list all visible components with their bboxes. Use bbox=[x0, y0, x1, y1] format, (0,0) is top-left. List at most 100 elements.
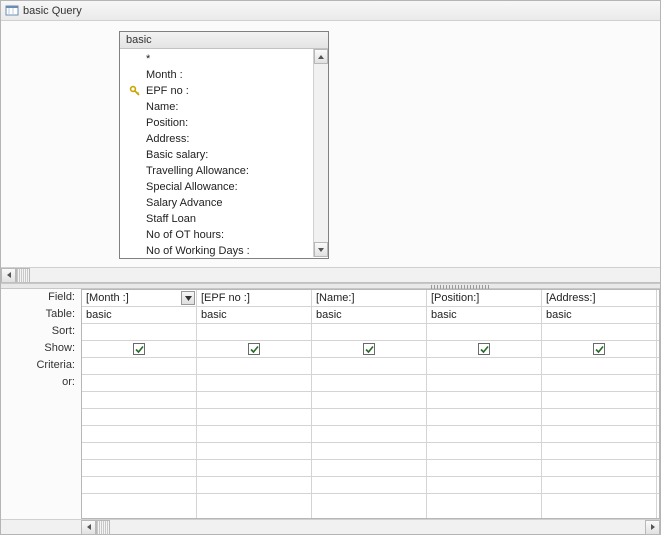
criteria-cell[interactable] bbox=[197, 358, 311, 375]
extra-criteria-cell[interactable] bbox=[427, 392, 541, 409]
table-source-header[interactable]: basic bbox=[120, 32, 328, 49]
criteria-cell[interactable] bbox=[657, 358, 660, 375]
extra-criteria-cell[interactable] bbox=[197, 460, 311, 477]
field-item[interactable]: Month : bbox=[120, 67, 313, 83]
extra-criteria-cell[interactable] bbox=[312, 392, 426, 409]
extra-criteria-cell[interactable] bbox=[542, 426, 656, 443]
field-cell[interactable]: [EPF no :] bbox=[197, 290, 311, 307]
diagram-pane[interactable]: basic *Month :EPF no :Name:Position:Addr… bbox=[1, 21, 660, 283]
extra-criteria-cell[interactable] bbox=[197, 409, 311, 426]
chevron-down-icon[interactable] bbox=[181, 291, 195, 305]
field-cell[interactable]: [ bbox=[657, 290, 660, 307]
field-list[interactable]: *Month :EPF no :Name:Position:Address:Ba… bbox=[120, 49, 313, 257]
extra-criteria-cell[interactable] bbox=[312, 460, 426, 477]
extra-criteria-cell[interactable] bbox=[542, 409, 656, 426]
field-item[interactable]: Salary Advance bbox=[120, 195, 313, 211]
extra-criteria-cell[interactable] bbox=[197, 392, 311, 409]
extra-criteria-cell[interactable] bbox=[82, 443, 196, 460]
extra-criteria-cell[interactable] bbox=[197, 426, 311, 443]
criteria-cell[interactable] bbox=[542, 358, 656, 375]
table-cell[interactable]: basic bbox=[427, 307, 541, 324]
extra-criteria-cell[interactable] bbox=[82, 392, 196, 409]
field-item[interactable]: Basic salary: bbox=[120, 147, 313, 163]
extra-criteria-cell[interactable] bbox=[82, 426, 196, 443]
sort-cell[interactable] bbox=[427, 324, 541, 341]
extra-criteria-cell[interactable] bbox=[657, 477, 660, 494]
scroll-right-button[interactable] bbox=[645, 520, 660, 535]
extra-criteria-cell[interactable] bbox=[82, 477, 196, 494]
criteria-cell[interactable] bbox=[82, 358, 196, 375]
sort-cell[interactable] bbox=[657, 324, 660, 341]
table-cell[interactable]: basic bbox=[197, 307, 311, 324]
field-cell[interactable]: [Name:] bbox=[312, 290, 426, 307]
extra-criteria-cell[interactable] bbox=[312, 409, 426, 426]
show-cell[interactable] bbox=[657, 341, 660, 358]
criteria-cell[interactable] bbox=[312, 358, 426, 375]
sort-cell[interactable] bbox=[312, 324, 426, 341]
field-item[interactable]: Name: bbox=[120, 99, 313, 115]
show-cell[interactable] bbox=[542, 341, 656, 358]
extra-criteria-cell[interactable] bbox=[542, 460, 656, 477]
extra-criteria-cell[interactable] bbox=[657, 426, 660, 443]
show-cell[interactable] bbox=[197, 341, 311, 358]
extra-criteria-cell[interactable] bbox=[542, 477, 656, 494]
show-cell[interactable] bbox=[427, 341, 541, 358]
sort-cell[interactable] bbox=[197, 324, 311, 341]
show-checkbox[interactable] bbox=[478, 343, 490, 355]
show-checkbox[interactable] bbox=[593, 343, 605, 355]
extra-criteria-cell[interactable] bbox=[657, 392, 660, 409]
table-cell[interactable]: basic bbox=[312, 307, 426, 324]
table-source-box[interactable]: basic *Month :EPF no :Name:Position:Addr… bbox=[119, 31, 329, 259]
table-cell[interactable]: b bbox=[657, 307, 660, 324]
qbe-horizontal-scrollbar[interactable] bbox=[1, 519, 660, 534]
diagram-horizontal-scrollbar[interactable] bbox=[1, 267, 660, 282]
criteria-cell[interactable] bbox=[427, 358, 541, 375]
extra-criteria-cell[interactable] bbox=[427, 426, 541, 443]
extra-criteria-cell[interactable] bbox=[427, 409, 541, 426]
extra-criteria-cell[interactable] bbox=[312, 477, 426, 494]
or-cell[interactable] bbox=[427, 375, 541, 392]
table-cell[interactable]: basic bbox=[542, 307, 656, 324]
show-checkbox[interactable] bbox=[248, 343, 260, 355]
extra-criteria-cell[interactable] bbox=[82, 460, 196, 477]
extra-criteria-cell[interactable] bbox=[197, 443, 311, 460]
sort-cell[interactable] bbox=[82, 324, 196, 341]
field-cell[interactable]: [Month :] bbox=[82, 290, 196, 307]
or-cell[interactable] bbox=[82, 375, 196, 392]
field-item[interactable]: Staff Loan bbox=[120, 211, 313, 227]
field-item[interactable]: No of Working Days : bbox=[120, 243, 313, 257]
extra-criteria-cell[interactable] bbox=[82, 409, 196, 426]
extra-criteria-cell[interactable] bbox=[427, 460, 541, 477]
extra-criteria-cell[interactable] bbox=[312, 443, 426, 460]
field-item[interactable]: * bbox=[120, 51, 313, 67]
scroll-left-button[interactable] bbox=[81, 520, 96, 535]
sort-cell[interactable] bbox=[542, 324, 656, 341]
or-cell[interactable] bbox=[312, 375, 426, 392]
extra-criteria-cell[interactable] bbox=[542, 392, 656, 409]
extra-criteria-cell[interactable] bbox=[657, 409, 660, 426]
field-item[interactable]: No of OT hours: bbox=[120, 227, 313, 243]
or-cell[interactable] bbox=[197, 375, 311, 392]
field-item[interactable]: Travelling Allowance: bbox=[120, 163, 313, 179]
show-cell[interactable] bbox=[312, 341, 426, 358]
scroll-down-button[interactable] bbox=[314, 242, 328, 257]
scroll-up-button[interactable] bbox=[314, 49, 328, 64]
extra-criteria-cell[interactable] bbox=[657, 460, 660, 477]
extra-criteria-cell[interactable] bbox=[657, 443, 660, 460]
extra-criteria-cell[interactable] bbox=[312, 426, 426, 443]
field-item[interactable]: Position: bbox=[120, 115, 313, 131]
field-cell[interactable]: [Position:] bbox=[427, 290, 541, 307]
extra-criteria-cell[interactable] bbox=[427, 477, 541, 494]
field-item[interactable]: EPF no : bbox=[120, 83, 313, 99]
table-vertical-scrollbar[interactable] bbox=[313, 49, 328, 257]
scroll-left-button[interactable] bbox=[1, 268, 16, 283]
table-cell[interactable]: basic bbox=[82, 307, 196, 324]
or-cell[interactable] bbox=[657, 375, 660, 392]
field-cell[interactable]: [Address:] bbox=[542, 290, 656, 307]
field-item[interactable]: Address: bbox=[120, 131, 313, 147]
show-checkbox[interactable] bbox=[133, 343, 145, 355]
extra-criteria-cell[interactable] bbox=[197, 477, 311, 494]
field-item[interactable]: Special Allowance: bbox=[120, 179, 313, 195]
show-cell[interactable] bbox=[82, 341, 196, 358]
extra-criteria-cell[interactable] bbox=[542, 443, 656, 460]
